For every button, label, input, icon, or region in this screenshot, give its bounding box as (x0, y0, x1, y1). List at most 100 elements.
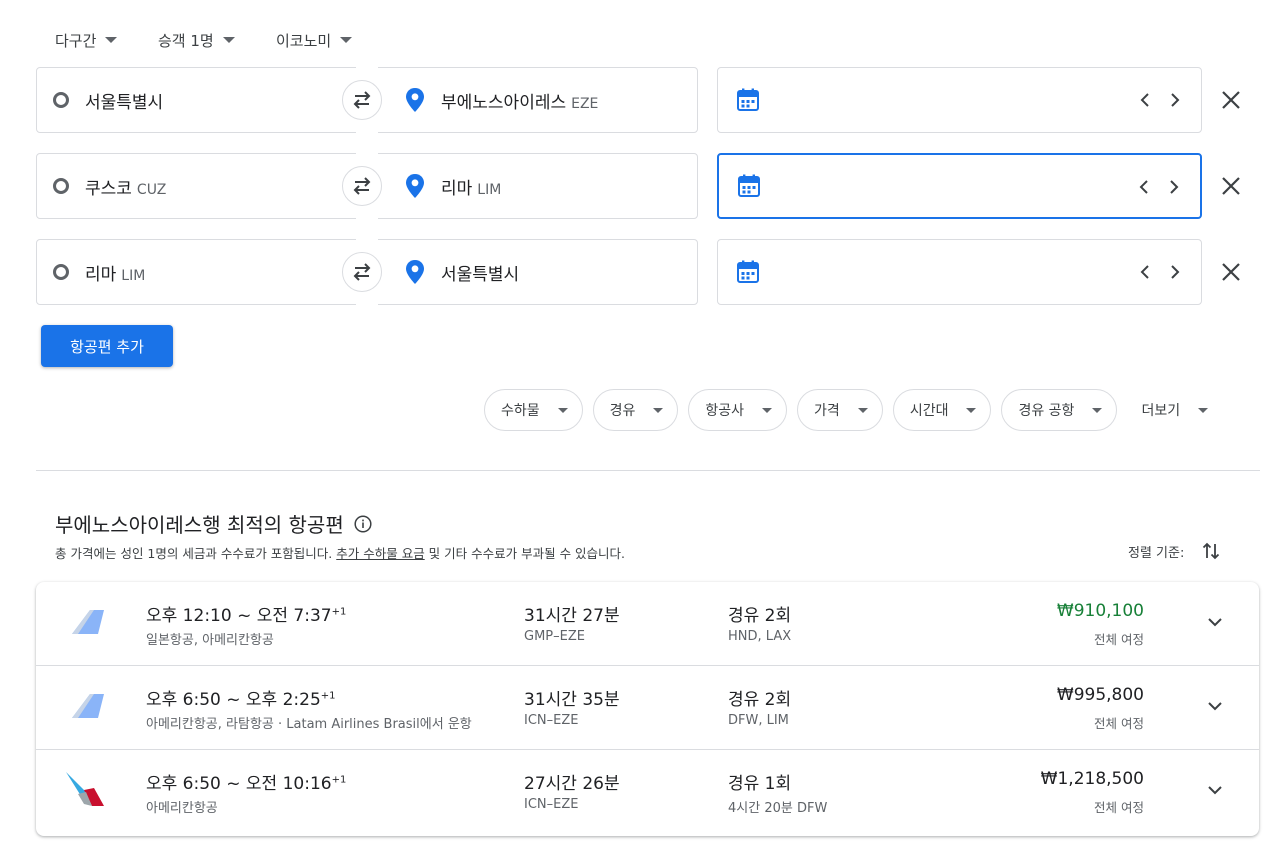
destination-code: LIM (477, 181, 502, 198)
trip-options-bar: 다구간 승객 1명 이코노미 (55, 28, 353, 52)
flight-times: 오후 6:50 ~ 오후 2:25+1 (146, 685, 336, 710)
expand-chevron-icon[interactable] (1205, 780, 1225, 800)
origin-field[interactable]: 리마 LIM (36, 239, 362, 305)
airline-names: 아메리칸항공 (146, 801, 218, 816)
subtitle-text-post: 및 기타 수수료가 부과될 수 있습니다. (424, 546, 626, 561)
origin-name: 리마 (85, 264, 117, 285)
sort-control[interactable]: 정렬 기준: (1128, 541, 1220, 561)
baggage-fees-link[interactable]: 추가 수하물 요금 (336, 546, 424, 561)
destination-name: 부에노스아이레스 (441, 92, 567, 113)
swap-arrows-icon (353, 263, 371, 281)
destination-field[interactable]: 부에노스아이레스 EZE (372, 67, 698, 133)
calendar-icon (738, 174, 760, 197)
filter-chip-connecting-airports[interactable]: 경유 공항 (1001, 389, 1118, 431)
flight-leg: 서울특별시 부에노스아이레스 EZE (36, 67, 1266, 133)
destination-text: 서울특별시 (441, 260, 524, 285)
filter-label: 가격 (814, 403, 840, 419)
filter-chip-price[interactable]: 가격 (797, 389, 883, 431)
expand-chevron-icon[interactable] (1205, 696, 1225, 716)
remove-leg-button[interactable] (1219, 174, 1243, 198)
section-divider (36, 470, 1260, 471)
flight-result-row[interactable]: 오후 6:50 ~ 오후 2:25+1 아메리칸항공, 라탐항공 · Latam… (36, 666, 1259, 750)
remove-leg-button[interactable] (1219, 88, 1243, 112)
caret-down-icon (105, 37, 118, 43)
departure-arrival-time: 오후 6:50 ~ 오전 10:16 (146, 774, 332, 794)
prev-date-button[interactable] (1136, 177, 1152, 197)
departure-arrival-time: 오후 12:10 ~ 오전 7:37 (146, 606, 332, 626)
origin-circle-icon (53, 264, 69, 280)
origin-field[interactable]: 서울특별시 (36, 67, 362, 133)
more-filters-button[interactable]: 더보기 (1141, 400, 1209, 420)
swap-arrows-icon (353, 177, 371, 195)
origin-name: 쿠스코 (85, 178, 132, 199)
next-day-indicator: +1 (320, 690, 336, 702)
next-day-indicator: +1 (331, 774, 347, 786)
swap-button[interactable] (342, 252, 382, 292)
origin-circle-icon (53, 178, 69, 194)
results-title: 부에노스아이레스행 최적의 항공편 (55, 513, 344, 537)
swap-button[interactable] (342, 166, 382, 206)
calendar-icon (737, 88, 759, 111)
filter-chip-baggage[interactable]: 수하물 (484, 389, 583, 431)
date-field[interactable] (717, 153, 1202, 219)
flight-duration: 31시간 35분 (524, 690, 620, 710)
flight-result-row[interactable]: 오후 12:10 ~ 오전 7:37+1 일본항공, 아메리칸항공 31시간 2… (36, 582, 1259, 666)
add-flight-button[interactable]: 항공편 추가 (41, 325, 173, 367)
trip-type-dropdown[interactable]: 다구간 (55, 28, 158, 52)
cabin-class-dropdown[interactable]: 이코노미 (276, 28, 353, 52)
next-date-button[interactable] (1167, 90, 1183, 110)
caret-down-icon (557, 407, 568, 413)
destination-code: EZE (571, 95, 599, 112)
next-date-button[interactable] (1167, 262, 1183, 282)
filter-label: 경유 (609, 403, 636, 419)
caret-down-icon (340, 37, 353, 43)
destination-name: 서울특별시 (441, 264, 520, 285)
chevron-right-icon (1170, 180, 1179, 194)
filter-chip-airlines[interactable]: 항공사 (688, 389, 788, 431)
stops-detail: DFW, LIM (728, 713, 789, 728)
flight-price: ₩1,218,500 (1040, 769, 1144, 789)
filter-label: 수하물 (501, 403, 540, 419)
airline-names: 일본항공, 아메리칸항공 (146, 633, 274, 648)
flight-duration: 27시간 26분 (524, 774, 620, 794)
destination-field[interactable]: 서울특별시 (372, 239, 698, 305)
swap-button[interactable] (342, 80, 382, 120)
results-subtitle: 총 가격에는 성인 1명의 세금과 수수료가 포함됩니다. 추가 수하물 요금 … (55, 543, 625, 562)
date-field[interactable] (717, 67, 1202, 133)
chevron-left-icon (1140, 93, 1149, 107)
origin-text: 쿠스코 CUZ (85, 174, 166, 199)
info-icon[interactable] (354, 514, 372, 533)
date-field[interactable] (717, 239, 1202, 305)
destination-text: 부에노스아이레스 EZE (441, 88, 598, 113)
next-date-button[interactable] (1166, 177, 1182, 197)
remove-leg-button[interactable] (1219, 260, 1243, 284)
origin-name: 서울특별시 (85, 92, 164, 113)
filter-label: 경유 공항 (1018, 403, 1075, 419)
prev-date-button[interactable] (1137, 90, 1153, 110)
flight-route: ICN–EZE (524, 713, 579, 728)
destination-field[interactable]: 리마 LIM (372, 153, 698, 219)
stops-detail: HND, LAX (728, 629, 792, 644)
origin-code: CUZ (136, 181, 167, 198)
flight-result-row[interactable]: 오후 6:50 ~ 오전 10:16+1 아메리칸항공 27시간 26분 ICN… (36, 750, 1259, 836)
location-pin-icon (406, 260, 424, 284)
destination-name: 리마 (441, 178, 473, 199)
stops-count: 경유 2회 (728, 606, 792, 626)
trip-type-label: 다구간 (55, 31, 97, 50)
origin-text: 리마 LIM (85, 260, 145, 285)
expand-chevron-icon[interactable] (1205, 612, 1225, 632)
subtitle-text-pre: 총 가격에는 성인 1명의 세금과 수수료가 포함됩니다. (55, 546, 337, 561)
chevron-left-icon (1140, 265, 1149, 279)
cabin-class-label: 이코노미 (276, 31, 332, 50)
caret-down-icon (1092, 407, 1103, 413)
sort-label: 정렬 기준: (1128, 545, 1185, 561)
origin-field[interactable]: 쿠스코 CUZ (36, 153, 362, 219)
caret-down-icon (1198, 407, 1209, 413)
results-heading: 부에노스아이레스행 최적의 항공편 (55, 509, 372, 538)
prev-date-button[interactable] (1137, 262, 1153, 282)
filter-chip-stops[interactable]: 경유 (592, 389, 679, 431)
flight-times: 오후 12:10 ~ 오전 7:37+1 (146, 601, 346, 626)
passengers-dropdown[interactable]: 승객 1명 (158, 28, 276, 52)
filter-chip-times[interactable]: 시간대 (892, 389, 992, 431)
filter-label: 항공사 (705, 403, 745, 419)
